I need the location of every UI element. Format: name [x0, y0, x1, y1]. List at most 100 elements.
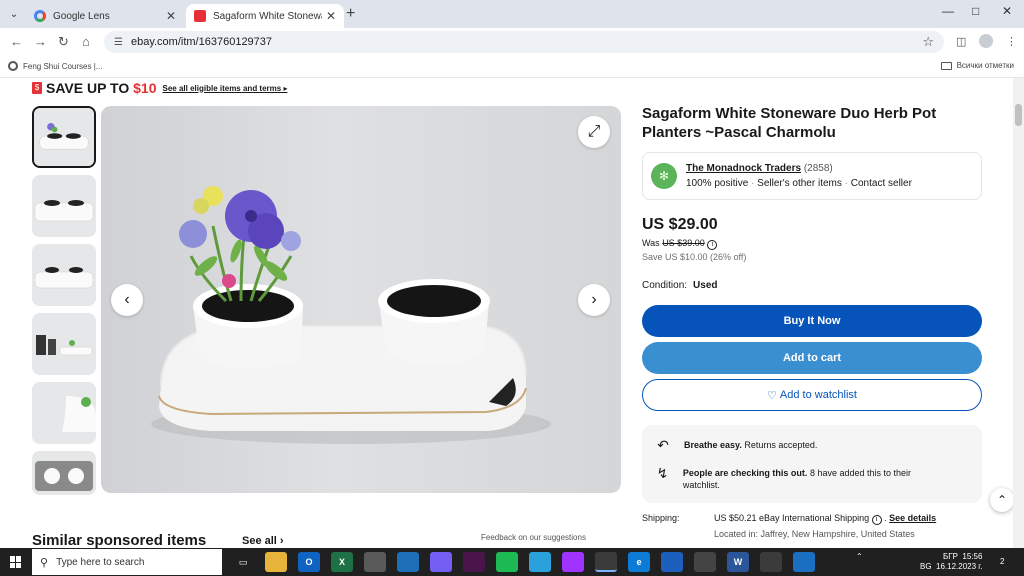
- returns-row: ↶ Breathe easy. Returns accepted.: [654, 437, 817, 453]
- promo-banner: $ SAVE UP TO $10 See all eligible items …: [32, 80, 287, 96]
- tune-icon[interactable]: ☰: [114, 37, 123, 48]
- ebay-icon: [194, 10, 206, 22]
- taskbar-search[interactable]: ⚲ Type here to search: [32, 549, 222, 575]
- close-icon[interactable]: ✕: [326, 9, 336, 23]
- promo-amount: $10: [133, 80, 157, 96]
- telegram-icon[interactable]: [529, 552, 551, 572]
- sidepanel-icon[interactable]: ◫: [956, 35, 966, 48]
- messenger-icon[interactable]: [562, 552, 584, 572]
- forward-icon[interactable]: →: [34, 34, 47, 49]
- chrome-icon[interactable]: [760, 552, 782, 572]
- info-icon[interactable]: i: [707, 240, 718, 250]
- tab-title: Google Lens: [53, 10, 110, 22]
- profile-icon[interactable]: [979, 34, 993, 48]
- app-icon[interactable]: [397, 552, 419, 572]
- file-explorer-icon[interactable]: [265, 552, 287, 572]
- clock[interactable]: БГР 15:56 BG 16.12.2023 г.: [920, 552, 982, 572]
- thumbnail-6[interactable]: [32, 451, 96, 495]
- tab-title: Sagaform White Stoneware Duo: [213, 10, 322, 22]
- tab-google-lens[interactable]: Google Lens ✕: [26, 4, 184, 28]
- add-to-watchlist-button[interactable]: ♡ Add to watchlist: [642, 379, 982, 411]
- app-icon[interactable]: [364, 552, 386, 572]
- chevron-left-icon[interactable]: ‹: [111, 284, 143, 316]
- seller-feedback-count: (2858): [803, 163, 833, 174]
- product-details: Sagaform White Stoneware Duo Herb Pot Pl…: [642, 104, 982, 543]
- bookmarks-bar: Feng Shui Courses |... Всички отметки: [0, 56, 1024, 78]
- seller-avatar[interactable]: ✻: [651, 163, 677, 189]
- more-icon[interactable]: ⋮: [1006, 35, 1017, 48]
- edge-icon[interactable]: e: [628, 552, 650, 572]
- seller-other-items-link[interactable]: Seller's other items: [757, 178, 842, 189]
- address-bar[interactable]: ☰ ebay.com/itm/163760129737 ☆: [104, 31, 944, 53]
- viber-icon[interactable]: [430, 552, 452, 572]
- shipping-value-row: US $50.21 eBay International Shipping i …: [714, 513, 937, 525]
- excel-icon[interactable]: X: [331, 552, 353, 572]
- windows-icon[interactable]: [10, 556, 22, 568]
- plus-icon[interactable]: +: [346, 5, 355, 23]
- savings-text: Save US $10.00 (26% off): [642, 252, 747, 262]
- bookmark-label: Feng Shui Courses |...: [23, 61, 103, 71]
- close-icon[interactable]: ✕: [166, 9, 176, 23]
- bookmark-item[interactable]: Feng Shui Courses |...: [8, 61, 102, 71]
- chevron-right-icon[interactable]: ›: [578, 284, 610, 316]
- see-details-link[interactable]: See details: [889, 513, 936, 523]
- outlook-icon[interactable]: O: [298, 552, 320, 572]
- arrow-up-icon[interactable]: ⌃: [990, 488, 1014, 512]
- return-icon: ↶: [657, 437, 669, 453]
- see-all-link[interactable]: See all ›: [242, 535, 284, 547]
- heart-icon: ♡: [767, 389, 777, 402]
- close-window-icon[interactable]: ✕: [1002, 4, 1012, 18]
- chevron-down-icon[interactable]: ⌄: [5, 5, 23, 23]
- tray-chevron-icon[interactable]: ⌃: [856, 552, 863, 561]
- app-icon[interactable]: [661, 552, 683, 572]
- feedback-link[interactable]: Feedback on our suggestions: [481, 533, 586, 542]
- thumbnail-5[interactable]: [32, 382, 96, 444]
- minimize-icon[interactable]: —: [942, 4, 954, 18]
- seller-card: ✻ The Monadnock Traders (2858) 100% posi…: [642, 152, 982, 200]
- buy-it-now-button[interactable]: Buy It Now: [642, 305, 982, 337]
- coupon-icon: $: [32, 82, 42, 94]
- add-to-cart-button[interactable]: Add to cart: [642, 342, 982, 374]
- slack-icon[interactable]: [463, 552, 485, 572]
- task-view-icon[interactable]: ▭: [232, 552, 254, 572]
- tab-ebay-item[interactable]: Sagaform White Stoneware Duo ✕: [186, 4, 344, 28]
- cart-label: Add to cart: [782, 352, 842, 364]
- thumbnail-1[interactable]: [32, 106, 96, 168]
- app-icon[interactable]: [694, 552, 716, 572]
- main-product-image[interactable]: ⤢ ‹ ›: [101, 106, 621, 493]
- url-text: ebay.com/itm/163760129737: [130, 36, 273, 48]
- chrome-icon[interactable]: [595, 552, 617, 572]
- word-icon[interactable]: W: [727, 552, 749, 572]
- maximize-icon[interactable]: □: [972, 4, 979, 18]
- thumbnail-3[interactable]: [32, 244, 96, 306]
- notification-count[interactable]: 2: [1000, 557, 1004, 566]
- all-bookmarks[interactable]: Всички отметки: [940, 61, 1014, 70]
- input-language: БГР: [943, 552, 958, 561]
- thumbnail-image: [32, 244, 96, 306]
- similar-items-heading: Similar sponsored items: [32, 532, 207, 549]
- reload-icon[interactable]: ↻: [58, 34, 69, 50]
- seller-name-link[interactable]: The Monadnock Traders: [686, 163, 801, 174]
- seller-positive: 100% positive: [686, 178, 749, 189]
- all-bookmarks-label: Всички отметки: [956, 61, 1014, 70]
- scrollbar[interactable]: [1013, 78, 1024, 548]
- chevron-right-icon: ›: [279, 535, 284, 547]
- info-icon[interactable]: i: [871, 515, 882, 525]
- shipping-label: Shipping:: [642, 513, 680, 523]
- buy-label: Buy It Now: [783, 315, 841, 327]
- thumbnail-4[interactable]: [32, 313, 96, 375]
- app-icon[interactable]: [793, 552, 815, 572]
- expand-icon[interactable]: ⤢: [578, 116, 610, 148]
- promo-terms-label: See all eligible items and terms: [162, 83, 282, 93]
- home-icon[interactable]: ⌂: [82, 34, 90, 49]
- browser-toolbar: ← → ↻ ⌂ ☰ ebay.com/itm/163760129737 ☆ ◫ …: [0, 28, 1024, 56]
- back-icon[interactable]: ←: [10, 34, 23, 49]
- was-label: Was: [642, 238, 660, 248]
- lightning-icon: ↯: [656, 465, 669, 481]
- scrollbar-thumb[interactable]: [1015, 104, 1022, 126]
- promo-terms-link[interactable]: See all eligible items and terms ▸: [163, 84, 288, 93]
- spotify-icon[interactable]: [496, 552, 518, 572]
- thumbnail-2[interactable]: [32, 175, 96, 237]
- contact-seller-link[interactable]: Contact seller: [851, 178, 912, 189]
- star-icon[interactable]: ☆: [922, 34, 934, 50]
